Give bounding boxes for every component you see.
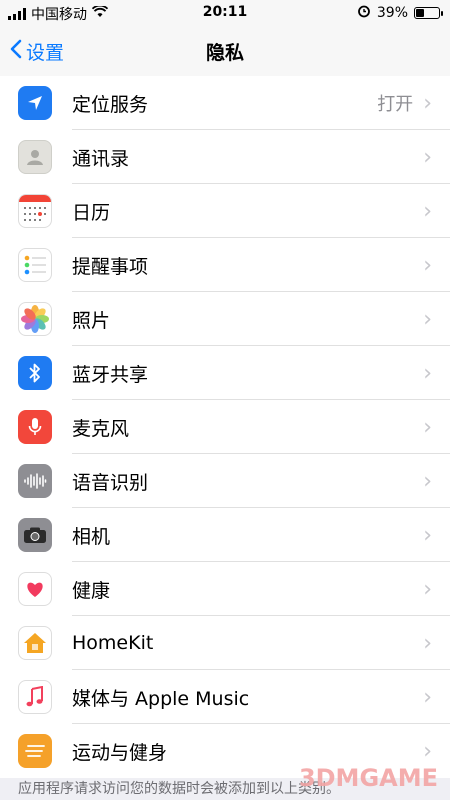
alarm-icon [357, 4, 371, 22]
chevron-right-icon: › [423, 630, 432, 656]
chevron-right-icon: › [423, 684, 432, 710]
row-microphone[interactable]: 麦克风 › [0, 400, 450, 454]
row-label: 媒体与 Apple Music [72, 687, 250, 710]
battery-icon [414, 7, 443, 19]
navigation-bar: 设置 隐私 [0, 26, 450, 77]
row-contacts[interactable]: 通讯录 › [0, 130, 450, 184]
chevron-right-icon: › [423, 522, 432, 548]
row-label: 提醒事项 [72, 255, 149, 278]
row-calendar[interactable]: 日历 › [0, 184, 450, 238]
reminders-icon [18, 248, 52, 282]
row-label: 麦克风 [72, 417, 130, 440]
row-label: 通讯录 [72, 147, 130, 170]
row-label: 日历 [72, 201, 111, 224]
row-bluetooth[interactable]: 蓝牙共享 › [0, 346, 450, 400]
location-icon [18, 86, 52, 120]
camera-icon [18, 518, 52, 552]
privacy-list: 定位服务 打开 › 通讯录 › 日历 › 提醒事项 › 照片 › 蓝牙共享 › … [0, 76, 450, 778]
homekit-icon [18, 626, 52, 660]
fitness-icon [18, 734, 52, 768]
row-reminders[interactable]: 提醒事项 › [0, 238, 450, 292]
row-label: 蓝牙共享 [72, 363, 149, 386]
microphone-icon [18, 410, 52, 444]
row-photos[interactable]: 照片 › [0, 292, 450, 346]
row-label: 健康 [72, 579, 111, 602]
chevron-right-icon: › [423, 252, 432, 278]
row-value: 打开 [377, 94, 414, 115]
health-icon [18, 572, 52, 606]
row-location[interactable]: 定位服务 打开 › [0, 76, 450, 130]
chevron-right-icon: › [423, 468, 432, 494]
chevron-right-icon: › [423, 90, 432, 116]
bluetooth-icon [18, 356, 52, 390]
row-label: 相机 [72, 525, 111, 548]
chevron-right-icon: › [423, 198, 432, 224]
status-bar: 中国移动 20:11 39% [0, 0, 450, 26]
watermark-logo: 3DMGAME [298, 764, 438, 792]
chevron-right-icon: › [423, 306, 432, 332]
photos-icon [18, 302, 52, 336]
footer-note: 应用程序请求访问您的数据时会被添加到以上类别。 [18, 781, 340, 797]
row-label: 定位服务 [72, 93, 149, 116]
row-health[interactable]: 健康 › [0, 562, 450, 616]
page-title: 隐私 [205, 42, 244, 64]
row-label: 语音识别 [72, 471, 149, 494]
calendar-icon [18, 194, 52, 228]
music-icon [18, 680, 52, 714]
row-label: 照片 [72, 309, 111, 332]
chevron-right-icon: › [423, 738, 432, 764]
row-homekit[interactable]: HomeKit › [0, 616, 450, 670]
row-speech-recognition[interactable]: 语音识别 › [0, 454, 450, 508]
chevron-right-icon: › [423, 414, 432, 440]
row-camera[interactable]: 相机 › [0, 508, 450, 562]
chevron-right-icon: › [423, 576, 432, 602]
row-media-music[interactable]: 媒体与 Apple Music › [0, 670, 450, 724]
chevron-right-icon: › [423, 144, 432, 170]
row-label: 运动与健身 [72, 741, 168, 764]
row-label: HomeKit [72, 632, 154, 654]
speech-icon [18, 464, 52, 498]
contacts-icon [18, 140, 52, 174]
chevron-right-icon: › [423, 360, 432, 386]
battery-percent: 39% [376, 5, 408, 21]
